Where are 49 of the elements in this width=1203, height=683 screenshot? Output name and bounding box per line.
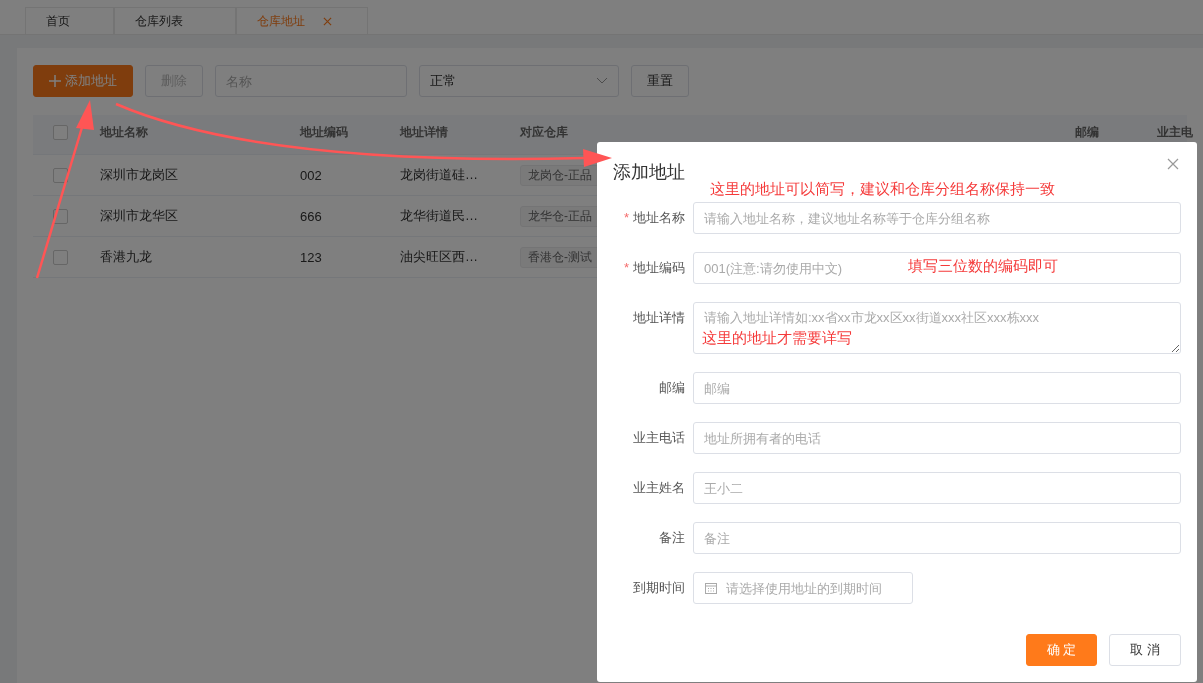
table-cell-text: 香港九龙 — [100, 248, 153, 266]
field-label: 到期时间 — [632, 579, 686, 597]
table-cell-text: 002 — [300, 167, 323, 183]
cancel-button[interactable]: 取 消 — [1109, 634, 1181, 666]
text-input-field[interactable]: 地址所拥有者的电话 — [693, 422, 1181, 454]
close-icon[interactable] — [323, 16, 332, 26]
table-cell-text: 123 — [300, 249, 323, 265]
table-cell-text: 666 — [300, 208, 323, 224]
column-header: 地址编码 — [300, 123, 349, 141]
text-input-field[interactable]: 邮编 — [693, 372, 1181, 404]
warehouse-tag: 龙华仓-正品 — [520, 205, 600, 227]
warehouse-tag: 龙岗仓-正品 — [520, 164, 600, 186]
plus-icon — [49, 75, 61, 87]
text-input-field[interactable]: 王小二 — [693, 472, 1181, 504]
status-select[interactable]: 正常 — [419, 65, 619, 97]
annotation-note: 这里的地址可以简写，建议和仓库分组名称保持一致 — [710, 180, 1055, 199]
field-label: 业主电话 — [632, 429, 686, 447]
annotation-note: 这里的地址才需要详写 — [702, 329, 852, 348]
row-checkbox[interactable] — [53, 249, 68, 265]
close-icon[interactable] — [1167, 158, 1179, 170]
field-label: * 地址名称 — [622, 209, 686, 227]
chevron-down-icon — [596, 77, 608, 85]
table-cell-text: 龙华街道民… — [400, 207, 479, 225]
field-label: 业主姓名 — [632, 479, 686, 497]
column-header: 地址详情 — [400, 123, 449, 141]
calendar-icon — [705, 582, 717, 594]
table-cell-text: 深圳市龙华区 — [100, 207, 179, 225]
column-header: 业主电 — [1157, 123, 1194, 141]
field-label: 地址详情 — [632, 309, 686, 327]
field-label: 备注 — [658, 529, 686, 547]
annotation-note: 填写三位数的编码即可 — [908, 257, 1058, 276]
warehouse-tag: 香港仓-测试 — [520, 246, 600, 268]
text-input-field[interactable]: 请输入地址名称，建议地址名称等于仓库分组名称 — [693, 202, 1181, 234]
column-header: 邮编 — [1075, 123, 1100, 141]
page-tab[interactable]: 仓库列表 — [114, 7, 236, 34]
table-cell-text: 油尖旺区西… — [400, 248, 479, 266]
column-header: 地址名称 — [100, 123, 149, 141]
confirm-button[interactable]: 确 定 — [1025, 634, 1098, 666]
page-tab[interactable]: 首页 — [25, 7, 114, 34]
text-input-field[interactable]: 备注 — [693, 522, 1181, 554]
reset-button[interactable]: 重置 — [631, 65, 689, 97]
table-cell-text: 深圳市龙岗区 — [100, 166, 179, 184]
field-label: * 地址编码 — [622, 259, 686, 277]
date-picker-field[interactable]: 请选择使用地址的到期时间 — [693, 572, 913, 604]
dialog-title: 添加地址 — [613, 161, 685, 184]
table-cell-text: 龙岗街道硅… — [400, 166, 479, 184]
column-header: 对应仓库 — [520, 123, 569, 141]
select-all-checkbox[interactable] — [53, 124, 68, 140]
field-label: 邮编 — [658, 379, 686, 397]
